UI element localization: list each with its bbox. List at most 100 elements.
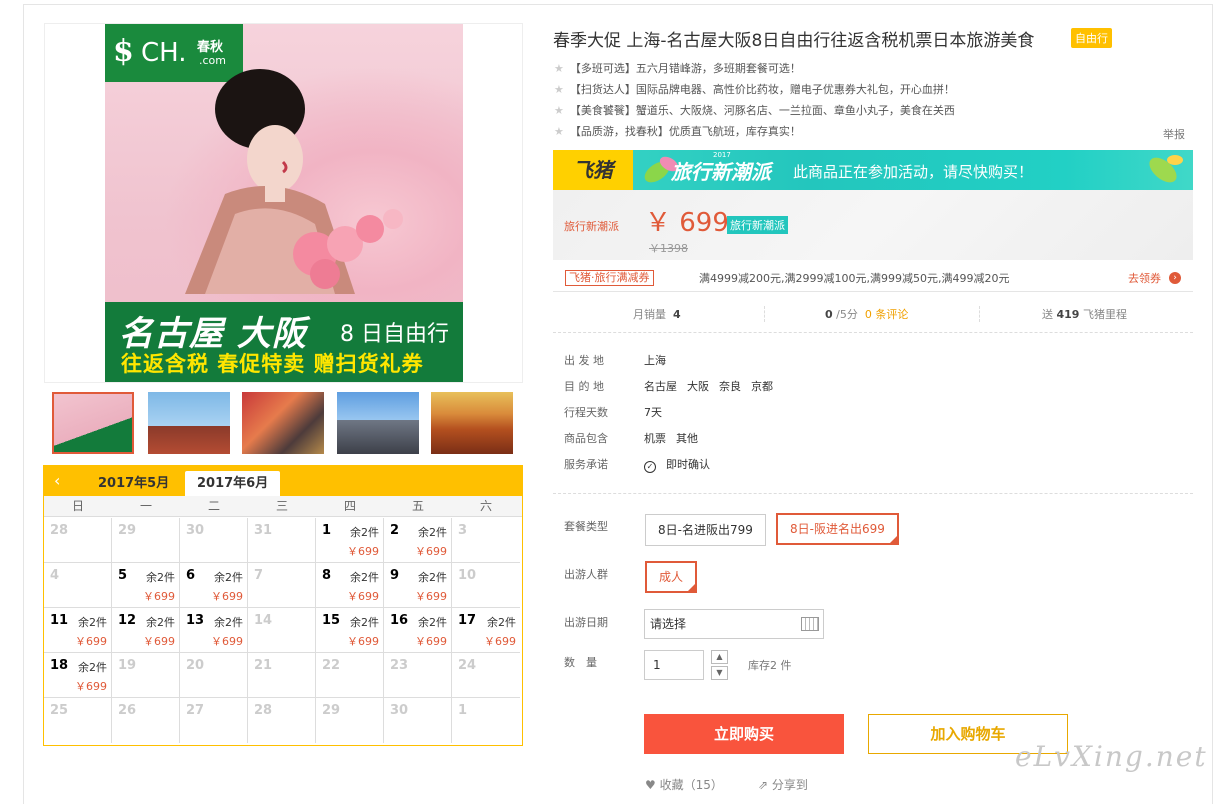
calendar-header: ‹ 2017年5月 2017年6月 (44, 466, 522, 496)
day-number: 5 (118, 568, 128, 583)
day-number: 22 (322, 658, 341, 673)
calendar-day: 21 (248, 653, 316, 698)
day-remaining: 余2件 (214, 616, 243, 629)
calendar-day[interactable]: 12 余2件 ￥699 (112, 608, 180, 653)
crowd-option-adult[interactable]: 成人 (645, 561, 698, 593)
calendar-prev-icon[interactable]: ‹ (54, 471, 72, 490)
day-remaining: 余2件 (78, 661, 107, 674)
weekday-label: 六 (479, 499, 492, 513)
day-number: 24 (458, 658, 477, 673)
calendar-day[interactable]: 5 余2件 ￥699 (112, 563, 180, 608)
quantity-input[interactable]: 1 (644, 650, 704, 680)
watermark: eLvXing.net (1015, 740, 1208, 773)
info-value: 即时确认 (666, 458, 710, 471)
calendar-day[interactable]: 6 余2件 ￥699 (180, 563, 248, 608)
calendar-day: 20 (180, 653, 248, 698)
day-price: ￥699 (143, 635, 175, 648)
product-poster: $ CH. 春秋 .com 名古屋 大阪 8 日自由行 往返含税 春促特卖 赠扫… (105, 24, 463, 382)
calendar-day: 30 (180, 518, 248, 563)
original-price: ￥1398 (649, 242, 688, 255)
calendar-day[interactable]: 18 余2件 ￥699 (44, 653, 112, 698)
favorite-button[interactable]: ♥ 收藏（15） (645, 776, 723, 793)
day-number: 15 (322, 613, 341, 628)
thumbnail-4[interactable] (337, 392, 419, 454)
reviews-link[interactable]: 0 条评论 (865, 308, 909, 321)
chevron-right-icon[interactable]: › (1169, 272, 1181, 284)
date-label: 出游日期 (564, 616, 608, 629)
calendar-day[interactable]: 8 余2件 ￥699 (316, 563, 384, 608)
calendar-day: 27 (180, 698, 248, 743)
poster-duration: 8 日自由行 (340, 322, 449, 347)
info-values: 名古屋 大阪 奈良 京都 (644, 378, 783, 394)
day-remaining: 余2件 (146, 616, 175, 629)
weekday-label: 五 (411, 499, 424, 513)
calendar-day: 7 (248, 563, 316, 608)
star-icon: ★ (554, 125, 564, 138)
poster-subline: 往返含税 春促特卖 赠扫货礼券 (121, 352, 424, 376)
monthly-sales: 月销量 4 (633, 308, 681, 321)
calendar-day: 23 (384, 653, 452, 698)
price-label: 旅行新潮派 (564, 220, 619, 233)
day-price: ￥699 (484, 635, 516, 648)
info-value: 奈良 (719, 380, 741, 393)
stats-bar: 月销量 4 0 /5分 0 条评论 送 419 飞猪里程 (553, 295, 1193, 333)
thumbnail-1[interactable] (52, 392, 134, 454)
weekday-label: 三 (275, 499, 288, 513)
calendar-tab-june[interactable]: 2017年6月 (185, 471, 281, 496)
calendar-day[interactable]: 17 余2件 ￥699 (452, 608, 520, 653)
date-placeholder: 请选择 (650, 617, 687, 631)
current-price: ￥ 699 (645, 208, 729, 238)
package-label: 套餐类型 (564, 520, 608, 533)
free-travel-tag: 自由行 (1071, 28, 1112, 48)
day-number: 25 (50, 703, 69, 718)
info-values: 机票 其他 (644, 430, 708, 446)
day-number: 11 (50, 613, 69, 628)
calendar-day: 28 (44, 518, 112, 563)
thumbnail-5[interactable] (431, 392, 513, 454)
star-icon: ★ (554, 104, 564, 117)
calendar-day: 14 (248, 608, 316, 653)
info-key: 出 发 地 (564, 354, 604, 367)
calendar-day[interactable]: 15 余2件 ￥699 (316, 608, 384, 653)
thumbnail-3[interactable] (242, 392, 324, 454)
calendar-day[interactable]: 2 余2件 ￥699 (384, 518, 452, 563)
day-number: 29 (118, 523, 137, 538)
calendar-day[interactable]: 9 余2件 ￥699 (384, 563, 452, 608)
rating: 0 /5分 0 条评论 (825, 308, 909, 321)
calendar-tab-may[interactable]: 2017年5月 (86, 471, 181, 496)
info-value: 7天 (644, 406, 662, 419)
travel-date-input[interactable]: 请选择 (644, 609, 824, 639)
day-remaining: 余2件 (146, 571, 175, 584)
calendar-day[interactable]: 13 余2件 ￥699 (180, 608, 248, 653)
leaf-decoration-icon (1149, 155, 1183, 183)
info-values: ✓ 即时确认 (644, 456, 720, 473)
calendar-day[interactable]: 16 余2件 ￥699 (384, 608, 452, 653)
get-coupon-link[interactable]: 去领券 (1128, 270, 1161, 286)
info-values: 上海 (644, 352, 676, 368)
thumbnail-2[interactable] (148, 392, 230, 454)
quantity-label: 数 量 (564, 656, 597, 669)
package-option-1[interactable]: 8日-名进阪出799 (645, 514, 766, 546)
promo-banner[interactable]: 飞猪 旅行新潮派 2017 此商品正在参加活动，请尽快购买！ (553, 150, 1193, 190)
price-box: 旅行新潮派 ￥ 699 旅行新潮派 ￥1398 (553, 190, 1193, 260)
decrease-button[interactable]: ▼ (711, 666, 728, 680)
report-link[interactable]: 举报 (1163, 126, 1185, 142)
increase-button[interactable]: ▲ (711, 650, 728, 664)
calendar-day: 10 (452, 563, 520, 608)
info-value: 京都 (751, 380, 773, 393)
package-option-2[interactable]: 8日-阪进名出699 (776, 513, 899, 545)
calendar-icon[interactable] (801, 617, 819, 631)
day-number: 31 (254, 523, 273, 538)
day-price: ￥699 (211, 590, 243, 603)
calendar-day[interactable]: 1 余2件 ￥699 (316, 518, 384, 563)
weekday-label: 日 (71, 499, 84, 513)
share-button[interactable]: ⇗ 分享到 (758, 776, 808, 793)
crowd-label: 出游人群 (564, 568, 608, 581)
buy-now-button[interactable]: 立即购买 (644, 714, 844, 754)
coupon-text: 满4999减200元,满2999减100元,满999减50元,满499减20元 (699, 272, 1010, 285)
calendar-day[interactable]: 11 余2件 ￥699 (44, 608, 112, 653)
stock-text: 库存2 件 (748, 659, 792, 672)
info-key: 商品包含 (564, 432, 608, 445)
info-value: 机票 (644, 432, 666, 445)
day-number: 1 (458, 703, 468, 718)
